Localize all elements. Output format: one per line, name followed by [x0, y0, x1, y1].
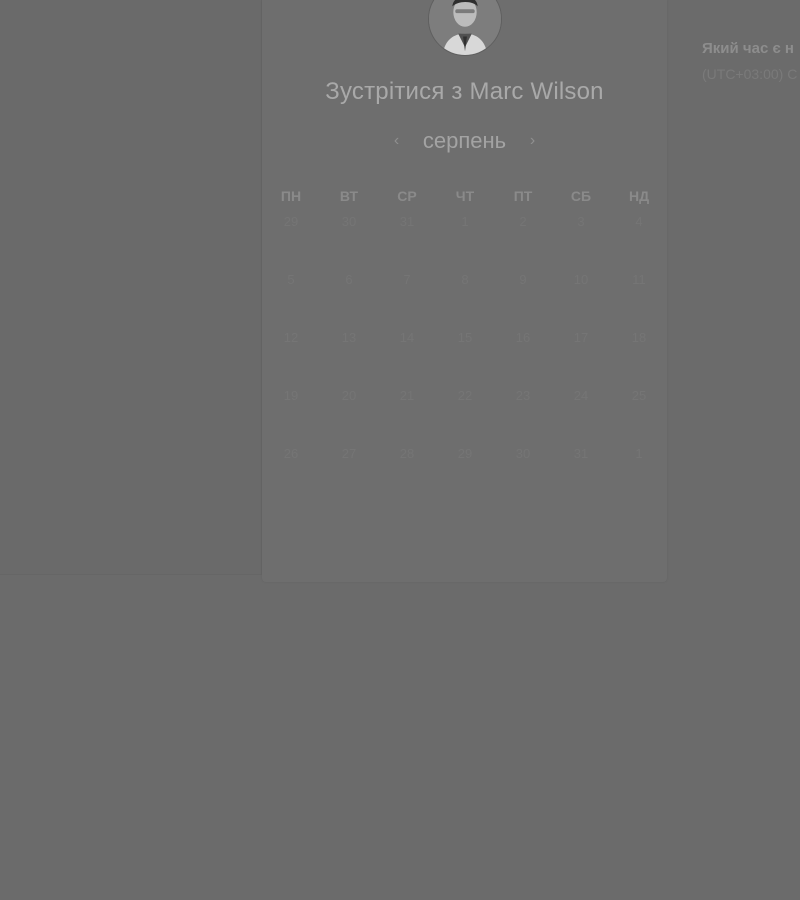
chevron-right-icon[interactable]: › — [524, 132, 542, 150]
calendar-day[interactable]: 29 — [262, 208, 320, 266]
calendar-day[interactable]: 20 — [320, 382, 378, 440]
week-row: 19 20 21 22 23 24 25 — [262, 382, 667, 440]
calendar-day[interactable]: 27 — [320, 440, 378, 498]
weekday-sun: НД — [628, 188, 650, 204]
calendar-day[interactable]: 1 — [610, 440, 668, 498]
calendar-day[interactable]: 26 — [262, 440, 320, 498]
calendar-day[interactable]: 8 — [436, 266, 494, 324]
scheduling-card: Зустрітися з Marc Wilson ‹ серпень › ПН … — [262, 0, 667, 582]
calendar-day[interactable]: 10 — [552, 266, 610, 324]
week-row: 29 30 31 1 2 3 4 — [262, 208, 667, 266]
avatar — [428, 0, 502, 56]
calendar-day[interactable]: 30 — [494, 440, 552, 498]
calendar-day[interactable]: 1 — [436, 208, 494, 266]
calendar-day[interactable]: 14 — [378, 324, 436, 382]
weekday-mon: ПН — [280, 188, 302, 204]
calendar-day[interactable]: 31 — [552, 440, 610, 498]
chevron-left-icon[interactable]: ‹ — [388, 132, 406, 150]
month-navigation: ‹ серпень › — [262, 126, 667, 156]
weekday-thu: ЧТ — [455, 188, 475, 204]
calendar-day[interactable]: 29 — [436, 440, 494, 498]
calendar-day[interactable]: 9 — [494, 266, 552, 324]
weekday-tue: ВТ — [339, 188, 359, 204]
weekday-header-row: ПН ВТ СР ЧТ ПТ СБ НД — [262, 184, 667, 208]
calendar-day[interactable]: 5 — [262, 266, 320, 324]
timezone-selector[interactable]: (UTC+03:00) С — [702, 66, 797, 82]
calendar-day[interactable]: 15 — [436, 324, 494, 382]
weekday-sat: СБ — [570, 188, 592, 204]
left-panel — [0, 0, 262, 575]
calendar-day[interactable]: 23 — [494, 382, 552, 440]
calendar-day[interactable]: 18 — [610, 324, 668, 382]
calendar-day[interactable]: 16 — [494, 324, 552, 382]
timezone-question: Який час є н — [702, 40, 794, 57]
calendar-day[interactable]: 17 — [552, 324, 610, 382]
weekday-wed: СР — [397, 188, 417, 204]
week-row: 26 27 28 29 30 31 1 — [262, 440, 667, 498]
calendar-day[interactable]: 25 — [610, 382, 668, 440]
calendar-day[interactable]: 11 — [610, 266, 668, 324]
week-row: 5 6 7 8 9 10 11 — [262, 266, 667, 324]
calendar-grid: ПН ВТ СР ЧТ ПТ СБ НД 29 30 31 1 2 3 4 5 … — [262, 184, 667, 498]
calendar-day[interactable]: 13 — [320, 324, 378, 382]
calendar-day[interactable]: 22 — [436, 382, 494, 440]
calendar-day[interactable]: 28 — [378, 440, 436, 498]
calendar-day[interactable]: 30 — [320, 208, 378, 266]
calendar-day[interactable]: 31 — [378, 208, 436, 266]
timezone-panel: Який час є н (UTC+03:00) С — [668, 0, 800, 120]
person-avatar-icon — [429, 0, 501, 55]
calendar-day[interactable]: 4 — [610, 208, 668, 266]
calendar-day[interactable]: 24 — [552, 382, 610, 440]
meeting-title: Зустрітися з Marc Wilson — [325, 78, 604, 105]
weekday-fri: ПТ — [513, 188, 533, 204]
calendar-day[interactable]: 3 — [552, 208, 610, 266]
calendar-day[interactable]: 6 — [320, 266, 378, 324]
month-label: серпень — [422, 128, 507, 153]
week-row: 12 13 14 15 16 17 18 — [262, 324, 667, 382]
calendar-day[interactable]: 21 — [378, 382, 436, 440]
calendar-day[interactable]: 7 — [378, 266, 436, 324]
calendar-day[interactable]: 2 — [494, 208, 552, 266]
calendar-day[interactable]: 19 — [262, 382, 320, 440]
calendar-day[interactable]: 12 — [262, 324, 320, 382]
